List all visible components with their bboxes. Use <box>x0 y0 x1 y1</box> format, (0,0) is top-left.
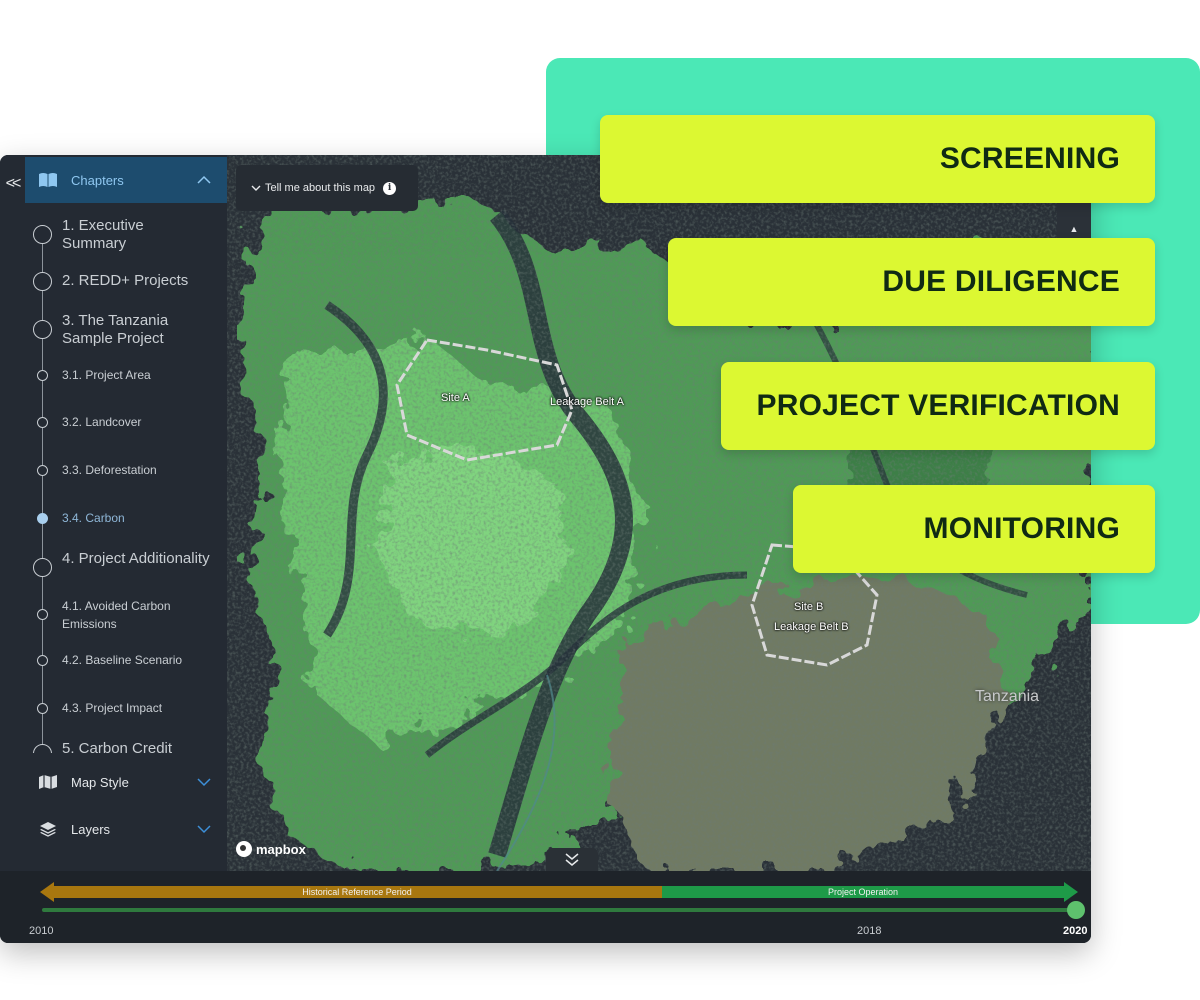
map-label-site-a: Site A <box>441 392 470 404</box>
chapters-header[interactable]: Chapters <box>25 157 227 203</box>
toc-item-carbon-credit[interactable]: 5. Carbon Credit <box>0 738 227 753</box>
chapters-toc: 1. Executive Summary 2. REDD+ Projects 3… <box>0 205 227 753</box>
toc-node <box>37 417 48 428</box>
toc-item-baseline-scenario[interactable]: 4.2. Baseline Scenario <box>0 651 227 671</box>
toc-node <box>33 225 52 244</box>
zoom-control-button[interactable]: ▲ <box>1057 203 1091 241</box>
toc-item-label: 4.3. Project Impact <box>62 701 163 715</box>
double-chevron-left-icon: << <box>5 175 22 192</box>
toc-node <box>33 558 52 577</box>
toc-item-label: 2. REDD+ Projects <box>62 272 189 289</box>
sidebar: << Chapters 1. Executive Summary 2. REDD… <box>0 155 227 871</box>
map-label-country: Tanzania <box>975 688 1040 705</box>
chapters-label: Chapters <box>71 172 124 188</box>
toc-node <box>37 703 48 714</box>
stage-project-verification: PROJECT VERIFICATION <box>721 362 1155 450</box>
timeline-track[interactable] <box>42 908 1076 912</box>
map-style-label: Map Style <box>71 774 129 790</box>
triangle-up-icon: ▲ <box>1069 224 1079 234</box>
tell-me-label: Tell me about this map <box>265 182 376 194</box>
toc-item-executive-summary[interactable]: 1. Executive Summary <box>0 215 227 255</box>
toc-node <box>37 655 48 666</box>
toc-item-deforestation[interactable]: 3.3. Deforestation <box>0 461 227 481</box>
stage-monitoring: MONITORING <box>793 485 1155 573</box>
toc-node-active <box>37 513 48 524</box>
toc-item-landcover[interactable]: 3.2. Landcover <box>0 413 227 433</box>
toc-item-redd-projects[interactable]: 2. REDD+ Projects <box>0 270 227 294</box>
toc-item-label: 3.2. Landcover <box>62 415 142 429</box>
map-label-site-b: Site B <box>794 601 824 613</box>
stage-screening: SCREENING <box>600 115 1155 203</box>
info-icon: i <box>383 181 397 195</box>
chevron-down-icon <box>197 778 211 787</box>
mapbox-attribution[interactable]: mapbox <box>236 841 306 857</box>
toc-item-label: 5. Carbon Credit <box>62 740 173 753</box>
tell-me-about-map-button[interactable]: Tell me about this map i <box>236 165 418 211</box>
toc-node <box>37 370 48 381</box>
toc-node <box>37 465 48 476</box>
toc-node <box>33 744 52 753</box>
toc-item-label: 3. The Tanzania Sample Project <box>62 312 169 347</box>
toc-node <box>33 272 52 291</box>
toc-item-avoided-carbon-emissions[interactable]: 4.1. Avoided Carbon Emissions <box>0 597 227 635</box>
scroll-down-button[interactable] <box>546 848 598 871</box>
map-icon <box>39 775 57 789</box>
toc-item-label: 1. Executive Summary <box>62 217 144 252</box>
timeline-start-year: 2010 <box>29 925 54 937</box>
layers-section[interactable]: Layers <box>25 809 227 849</box>
toc-item-label: 3.3. Deforestation <box>62 463 157 477</box>
project-operation-label: Project Operation <box>827 887 899 897</box>
chevron-up-icon <box>197 175 211 184</box>
historical-reference-label: Historical Reference Period <box>302 887 412 897</box>
toc-item-project-impact[interactable]: 4.3. Project Impact <box>0 699 227 719</box>
timeline-mid-year: 2018 <box>857 925 882 937</box>
map-label-leakage-belt-b: Leakage Belt B <box>774 621 849 633</box>
toc-connector-line <box>42 225 43 753</box>
chevron-down-icon <box>197 825 211 834</box>
map-label-leakage-belt-a: Leakage Belt A <box>550 396 625 408</box>
timeline-slider-handle[interactable] <box>1067 901 1085 919</box>
toc-item-project-additionality[interactable]: 4. Project Additionality <box>0 548 227 588</box>
map-style-section[interactable]: Map Style <box>25 762 227 802</box>
toc-item-label: 4.1. Avoided Carbon Emissions <box>62 599 171 631</box>
operation-arrow-tip <box>1064 882 1078 902</box>
toc-node <box>37 609 48 620</box>
collapse-sidebar-button[interactable]: << <box>0 170 24 198</box>
toc-node <box>33 320 52 339</box>
book-icon <box>39 173 57 187</box>
layers-label: Layers <box>71 821 111 837</box>
toc-item-project-area[interactable]: 3.1. Project Area <box>0 366 227 386</box>
stage-due-diligence: DUE DILIGENCE <box>668 238 1155 326</box>
toc-item-label: 4. Project Additionality <box>62 550 210 567</box>
timeline-end-year: 2020 <box>1063 925 1088 937</box>
timeline: Historical Reference Period Project Oper… <box>0 871 1091 943</box>
toc-item-carbon[interactable]: 3.4. Carbon <box>0 509 227 529</box>
toc-item-tanzania-sample-project[interactable]: 3. The Tanzania Sample Project <box>0 310 227 350</box>
chevron-down-icon <box>251 185 261 191</box>
mapbox-label: mapbox <box>256 841 306 857</box>
double-chevron-down-icon <box>565 853 579 866</box>
layers-icon <box>40 822 56 837</box>
toc-item-label: 3.1. Project Area <box>62 368 151 382</box>
toc-item-label: 3.4. Carbon <box>62 511 125 525</box>
mapbox-logo-icon <box>236 841 252 857</box>
toc-item-label: 4.2. Baseline Scenario <box>62 653 183 667</box>
